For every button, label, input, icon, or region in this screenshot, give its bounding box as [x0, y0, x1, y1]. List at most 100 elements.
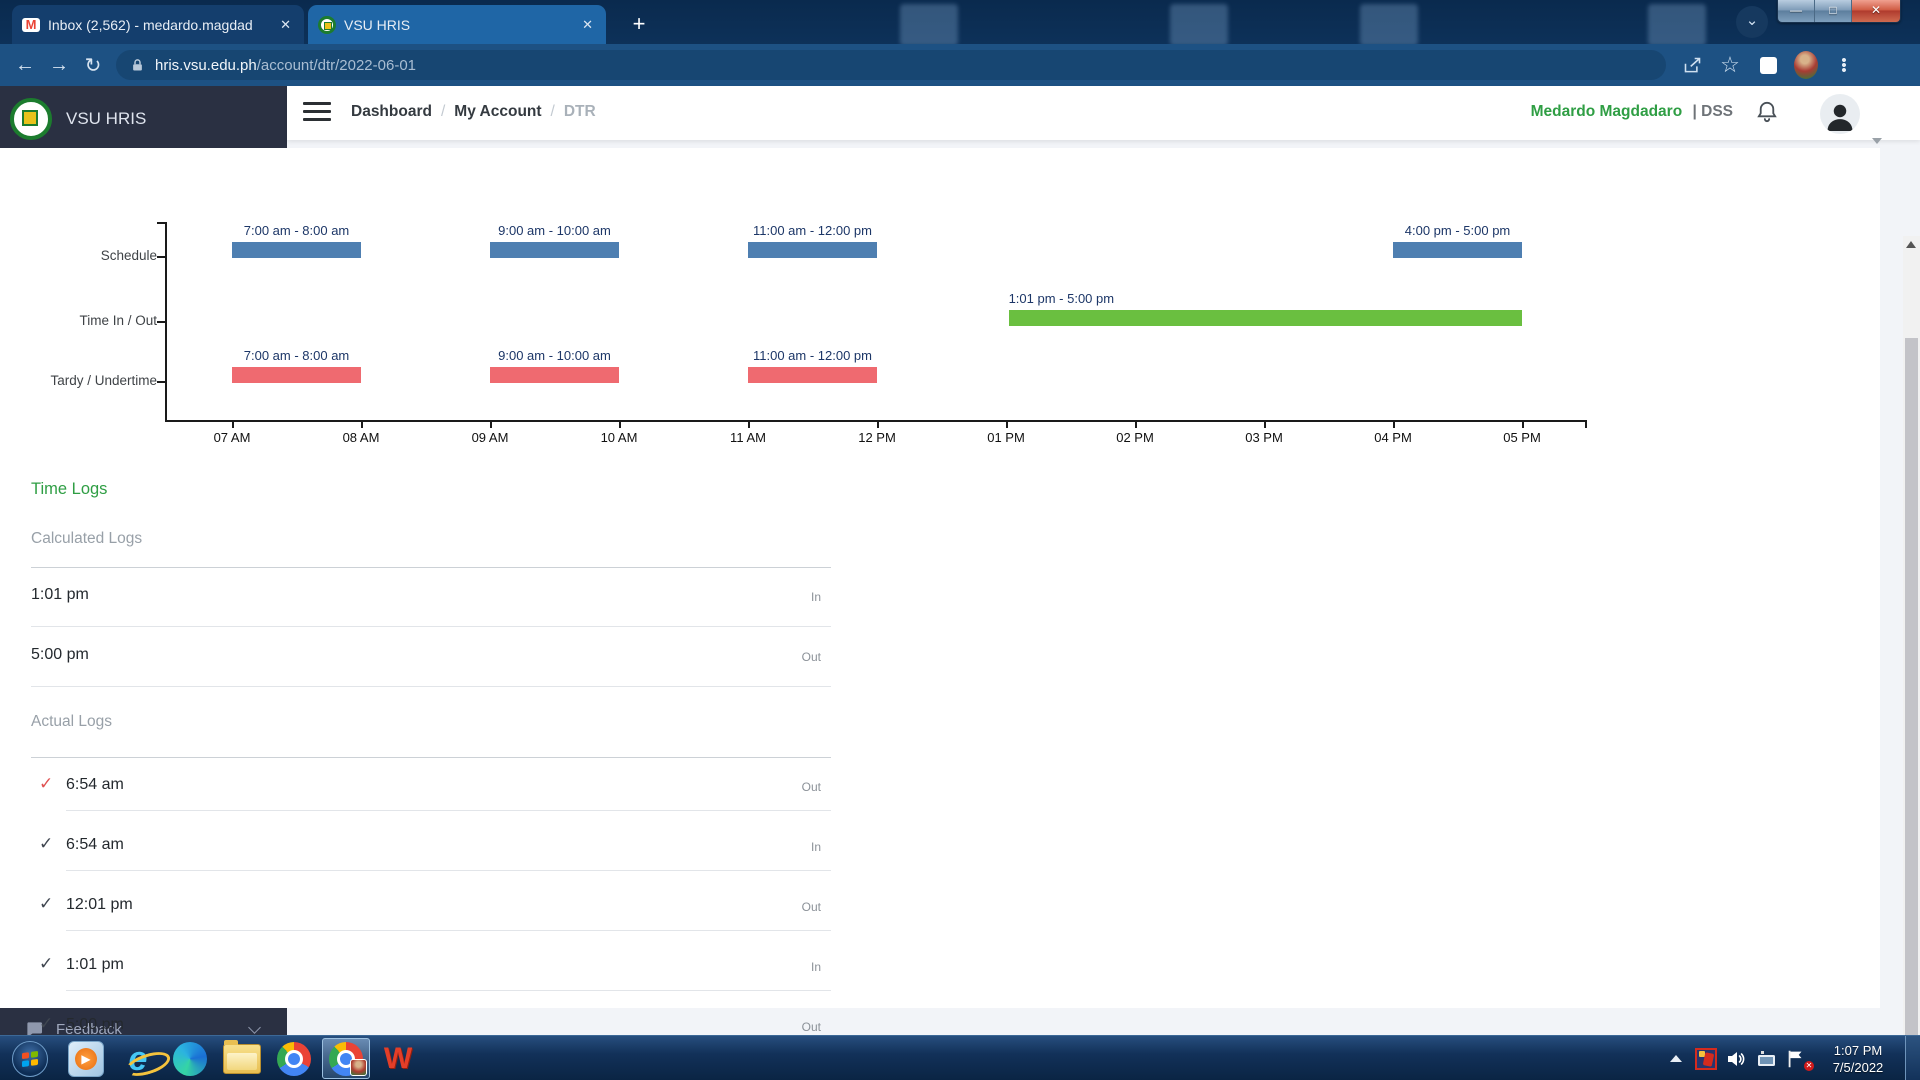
log-direction: In [701, 840, 821, 854]
action-center-flag-icon[interactable]: ✕ [1781, 1036, 1811, 1080]
scrollbar-thumb[interactable] [1905, 338, 1918, 1080]
windows-media-player-icon[interactable]: ▶ [60, 1036, 112, 1080]
share-icon[interactable] [1680, 53, 1704, 77]
new-tab-button[interactable]: + [626, 11, 652, 37]
browser-menu-icon[interactable]: ••• [1832, 53, 1856, 77]
windows-taskbar: ▶ e W ✕ 1:07 PM 7/5/2022 [0, 1035, 1920, 1080]
chart-x-tick [1585, 420, 1587, 428]
log-time: 5:00 pm [66, 1016, 124, 1034]
tray-time: 1:07 PM [1815, 1042, 1901, 1059]
section-divider [31, 757, 831, 758]
log-time: 12:01 pm [66, 896, 133, 914]
url-text: hris.vsu.edu.ph/account/dtr/2022-06-01 [155, 57, 416, 74]
breadcrumb-my-account[interactable]: My Account [454, 103, 541, 120]
display-icon[interactable] [1751, 1036, 1781, 1080]
tab-search-chevron-icon[interactable]: ⌄ [1736, 6, 1768, 38]
log-direction: In [701, 960, 821, 974]
hidden-icons-arrow[interactable] [1661, 1036, 1691, 1080]
chart-x-tick [877, 420, 879, 428]
volume-icon[interactable] [1721, 1036, 1751, 1080]
internet-explorer-icon[interactable]: e [112, 1036, 164, 1080]
edge-swirl [173, 1042, 207, 1076]
log-time: 5:00 pm [31, 646, 89, 664]
tab-close-icon[interactable]: ✕ [277, 17, 294, 33]
vsu-seal-icon [318, 16, 336, 34]
log-check-icon: ✓ [39, 954, 53, 974]
account-avatar[interactable] [1820, 94, 1860, 134]
chrome-icon[interactable] [268, 1036, 320, 1080]
browser-profile-avatar[interactable] [1794, 53, 1818, 77]
minimize-button[interactable]: — [1778, 0, 1815, 22]
close-button[interactable]: ✕ [1852, 0, 1900, 22]
desktop-document-icon [1648, 4, 1706, 46]
log-check-icon: ✓ [39, 774, 53, 794]
chart-x-tick-label: 01 PM [987, 430, 1025, 445]
log-check-icon: ✓ [39, 1014, 53, 1034]
account-caret-icon[interactable] [1872, 138, 1882, 144]
screen: MInbox (2,562) - medardo.magdad✕VSU HRIS… [0, 0, 1920, 1080]
chart-bar [748, 242, 877, 258]
chart-x-tick [361, 420, 363, 428]
file-explorer-icon[interactable] [216, 1036, 268, 1080]
notifications-bell-icon[interactable] [1754, 98, 1780, 126]
chrome-circle [277, 1042, 311, 1076]
chart-x-tick-label: 07 AM [214, 430, 251, 445]
chart-x-tick-label: 11 AM [730, 430, 766, 445]
chart-x-tick [1393, 420, 1395, 428]
chart-bar [232, 367, 361, 383]
hamburger-menu-icon[interactable] [303, 102, 331, 122]
scroll-up-arrow-icon[interactable] [1906, 241, 1916, 248]
forward-button[interactable]: → [42, 54, 76, 77]
tab-close-icon[interactable]: ✕ [579, 17, 596, 33]
wps-office-icon[interactable]: W [372, 1036, 424, 1080]
address-bar[interactable]: hris.vsu.edu.ph/account/dtr/2022-06-01 [116, 50, 1666, 80]
browser-tab-2[interactable]: VSU HRIS✕ [308, 5, 606, 44]
taskbar-clock[interactable]: 1:07 PM 7/5/2022 [1815, 1042, 1901, 1076]
chart-bar-label: 7:00 am - 8:00 am [244, 348, 350, 363]
side-panel-icon[interactable] [1756, 53, 1780, 77]
chart-category-label: Time In / Out [7, 313, 157, 328]
chart-axis-tick [157, 256, 165, 258]
brand-text: VSU HRIS [66, 109, 146, 129]
reload-button[interactable]: ↻ [76, 53, 110, 78]
play-icon: ▶ [75, 1048, 97, 1070]
chart-x-tick-label: 04 PM [1374, 430, 1412, 445]
browser-tab-1[interactable]: MInbox (2,562) - medardo.magdad✕ [12, 5, 304, 44]
chart-x-tick [1135, 420, 1137, 428]
hris-app-tray-icon[interactable] [1691, 1036, 1721, 1080]
chart-x-tick-label: 03 PM [1245, 430, 1283, 445]
show-desktop-button[interactable] [1905, 1036, 1920, 1080]
log-time: 6:54 am [66, 776, 124, 794]
windows-flag-icon [22, 1050, 38, 1066]
user-block: Medardo Magdadaro | DSS [1531, 103, 1733, 121]
chart-bar [490, 242, 619, 258]
chart-x-tick [619, 420, 621, 428]
time-logs-title: Time Logs [31, 480, 107, 499]
folder-shape [223, 1044, 261, 1074]
log-section-heading: Actual Logs [31, 713, 112, 731]
log-direction: Out [701, 1020, 821, 1034]
chart-bar-label: 7:00 am - 8:00 am [244, 223, 350, 238]
chrome-active-icon[interactable] [320, 1036, 372, 1080]
desktop-document-icon [900, 4, 958, 46]
chart-x-tick-label: 02 PM [1116, 430, 1154, 445]
bookmark-star-icon[interactable]: ☆ [1718, 53, 1742, 77]
wmp-square: ▶ [68, 1041, 104, 1077]
chart-bar [490, 367, 619, 383]
maximize-button[interactable]: □ [1815, 0, 1852, 22]
back-button[interactable]: ← [8, 54, 42, 77]
tab-title: Inbox (2,562) - medardo.magdad [48, 17, 269, 33]
page-scrollbar[interactable] [1903, 236, 1920, 1080]
start-button[interactable] [0, 1036, 60, 1080]
page-content: VSU HRIS My AccountProfileAttendanceDTRW… [0, 86, 1920, 1035]
chart-bar [748, 367, 877, 383]
chart-bar-label: 1:01 pm - 5:00 pm [1009, 291, 1115, 306]
log-direction: Out [701, 780, 821, 794]
tray-date: 7/5/2022 [1815, 1059, 1901, 1076]
edge-icon[interactable] [164, 1036, 216, 1080]
breadcrumb-dashboard[interactable]: Dashboard [351, 103, 432, 120]
chart-x-tick [1264, 420, 1266, 428]
log-check-icon: ✓ [39, 834, 53, 854]
chevron-down-icon [248, 1021, 261, 1034]
app-brand[interactable]: VSU HRIS [10, 98, 146, 140]
